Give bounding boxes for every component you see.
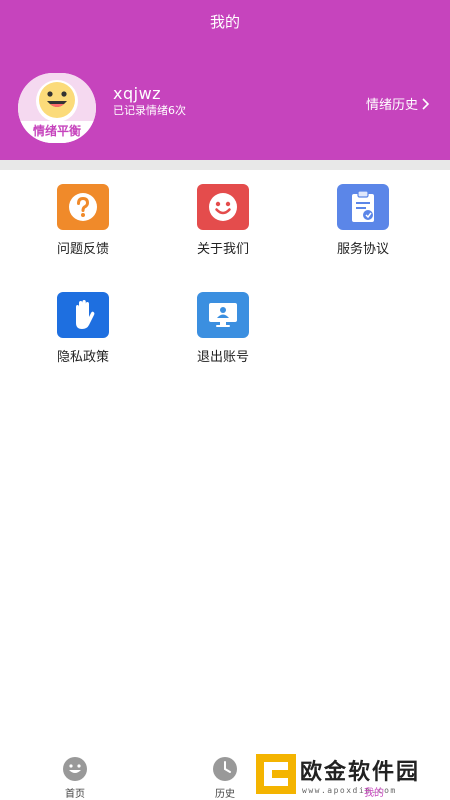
logout-label: 退出账号: [196, 350, 249, 365]
home-smile-icon: [63, 757, 87, 781]
page-title: 我的: [209, 13, 240, 31]
section-divider: [0, 160, 450, 170]
service-agreement-label: 服务协议: [336, 242, 389, 257]
privacy-policy-button[interactable]: 隐私政策: [28, 292, 138, 382]
chevron-right-icon: [422, 97, 430, 110]
emotion-history-link[interactable]: 情绪历史: [366, 94, 430, 113]
clock-icon: [213, 757, 237, 781]
logout-button[interactable]: 退出账号: [168, 292, 278, 382]
site-watermark: 欧金软件园 www.apoxdin.com: [252, 748, 450, 800]
service-agreement-button[interactable]: 服务协议: [308, 184, 418, 274]
tab-home[interactable]: 首页: [45, 756, 105, 800]
about-us-button[interactable]: 关于我们: [168, 184, 278, 274]
tab-history[interactable]: 历史: [195, 756, 255, 800]
clipboard-icon: [337, 184, 389, 230]
watermark-text: 欧金软件园: [300, 760, 421, 785]
profile-page: 我的 情绪平衡 xqjwz 已记录情绪6次 情绪历史 问题反馈 关于我们 服务协…: [0, 0, 450, 800]
record-count: 已记录情绪6次: [113, 104, 186, 117]
profile-header: 我的 情绪平衡 xqjwz 已记录情绪6次 情绪历史: [0, 0, 450, 160]
smile-icon: [197, 184, 249, 230]
avatar-label: 情绪平衡: [32, 124, 81, 138]
tab-mine[interactable]: 我的: [364, 784, 384, 799]
monitor-user-icon: [197, 292, 249, 338]
feedback-button[interactable]: 问题反馈: [28, 184, 138, 274]
about-us-label: 关于我们: [196, 242, 249, 257]
avatar[interactable]: 情绪平衡: [18, 73, 96, 143]
privacy-policy-label: 隐私政策: [56, 350, 109, 365]
tab-home-label: 首页: [65, 789, 85, 800]
question-icon: [57, 184, 109, 230]
emotion-history-label: 情绪历史: [365, 98, 418, 113]
tab-history-label: 历史: [215, 789, 235, 800]
feedback-label: 问题反馈: [56, 242, 109, 257]
username: xqjwz: [113, 84, 162, 103]
hand-icon: [57, 292, 109, 338]
watermark-logo-icon: [256, 754, 296, 794]
